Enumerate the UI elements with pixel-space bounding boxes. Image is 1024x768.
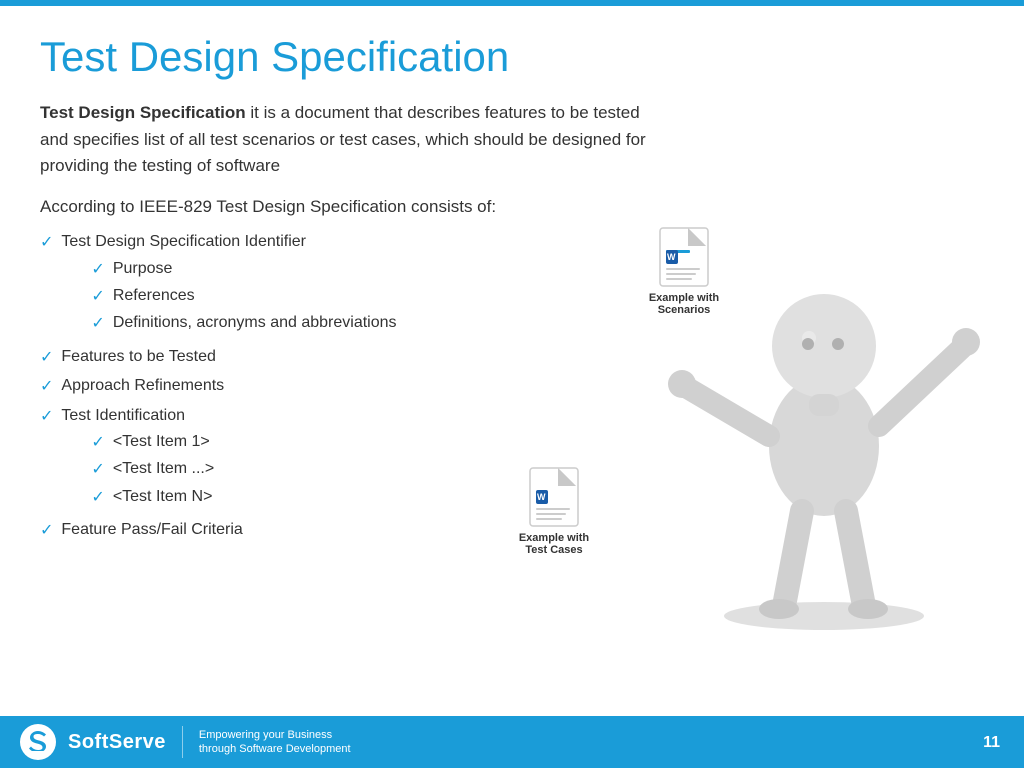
tagline-line1: Empowering your Business (199, 728, 351, 742)
logo-symbol (27, 729, 49, 756)
logo-circle (20, 724, 56, 760)
sub-checklist-test: ✓ <Test Item 1> ✓ <Test Item ...> ✓ <Tes… (91, 431, 214, 509)
list-item: ✓ References (91, 285, 396, 308)
footer-tagline: Empowering your Business through Softwar… (199, 728, 351, 757)
doc-icon-cases: W Example with Test Cases (514, 466, 594, 556)
doc-cases-label: Example with Test Cases (514, 532, 594, 556)
company-name: SoftServe (68, 731, 166, 754)
list-item-label: Test Identification (61, 407, 185, 424)
tagline-line2: through Software Development (199, 742, 351, 756)
list-item-features: ✓ Features to be Tested (40, 346, 640, 369)
check-icon: ✓ (40, 376, 53, 398)
description-paragraph: Test Design Specification it is a docume… (40, 100, 660, 179)
check-icon: ✓ (91, 487, 104, 509)
check-icon: ✓ (40, 520, 53, 542)
list-item-label: Feature Pass/Fail Criteria (61, 519, 242, 541)
figure-3d (654, 216, 994, 656)
check-icon: ✓ (91, 432, 104, 454)
list-item-label: Test Design Specification Identifier (61, 233, 306, 250)
list-item-label: Features to be Tested (61, 346, 215, 368)
slide-number: 11 (983, 734, 1000, 752)
figure-svg (654, 216, 994, 636)
list-item: ✓ <Test Item ...> (91, 458, 214, 481)
list-item-label: <Test Item 1> (113, 431, 210, 453)
list-item-label: References (113, 285, 195, 307)
check-icon: ✓ (91, 259, 104, 281)
list-item-approach: ✓ Approach Refinements (40, 375, 640, 398)
list-item-label: <Test Item ...> (113, 458, 214, 480)
list-item-label: Approach Refinements (61, 375, 224, 397)
list-item: ✓ Definitions, acronyms and abbreviation… (91, 312, 396, 335)
check-icon: ✓ (40, 232, 53, 254)
word-doc-icon-cases: W (528, 466, 580, 528)
check-icon: ✓ (91, 459, 104, 481)
list-item: ✓ Test Design Specification Identifier ✓… (40, 231, 640, 340)
footer-divider (182, 726, 183, 758)
check-icon: ✓ (91, 313, 104, 335)
footer: SoftServe Empowering your Business throu… (0, 716, 1024, 768)
slide-title: Test Design Specification (40, 34, 984, 80)
slide-content: Test Design Specification Test Design Sp… (0, 6, 1024, 716)
list-item-label: <Test Item N> (113, 486, 213, 508)
check-icon: ✓ (40, 347, 53, 369)
slide: Test Design Specification Test Design Sp… (0, 0, 1024, 768)
list-item: ✓ <Test Item 1> (91, 431, 214, 454)
list-item: ✓ <Test Item N> (91, 486, 214, 509)
list-item-label: Purpose (113, 258, 173, 280)
description-bold: Test Design Specification (40, 103, 246, 122)
list-item: ✓ Purpose (91, 258, 396, 281)
svg-text:W: W (537, 492, 546, 502)
sub-checklist: ✓ Purpose ✓ References ✓ Definitions, ac… (91, 258, 396, 336)
softserve-logo-icon (27, 729, 49, 751)
according-text: According to IEEE-829 Test Design Specif… (40, 197, 660, 217)
list-item-label: Definitions, acronyms and abbreviations (113, 312, 397, 334)
footer-logo: SoftServe (20, 724, 166, 760)
check-icon: ✓ (40, 406, 53, 428)
check-icon: ✓ (91, 286, 104, 308)
